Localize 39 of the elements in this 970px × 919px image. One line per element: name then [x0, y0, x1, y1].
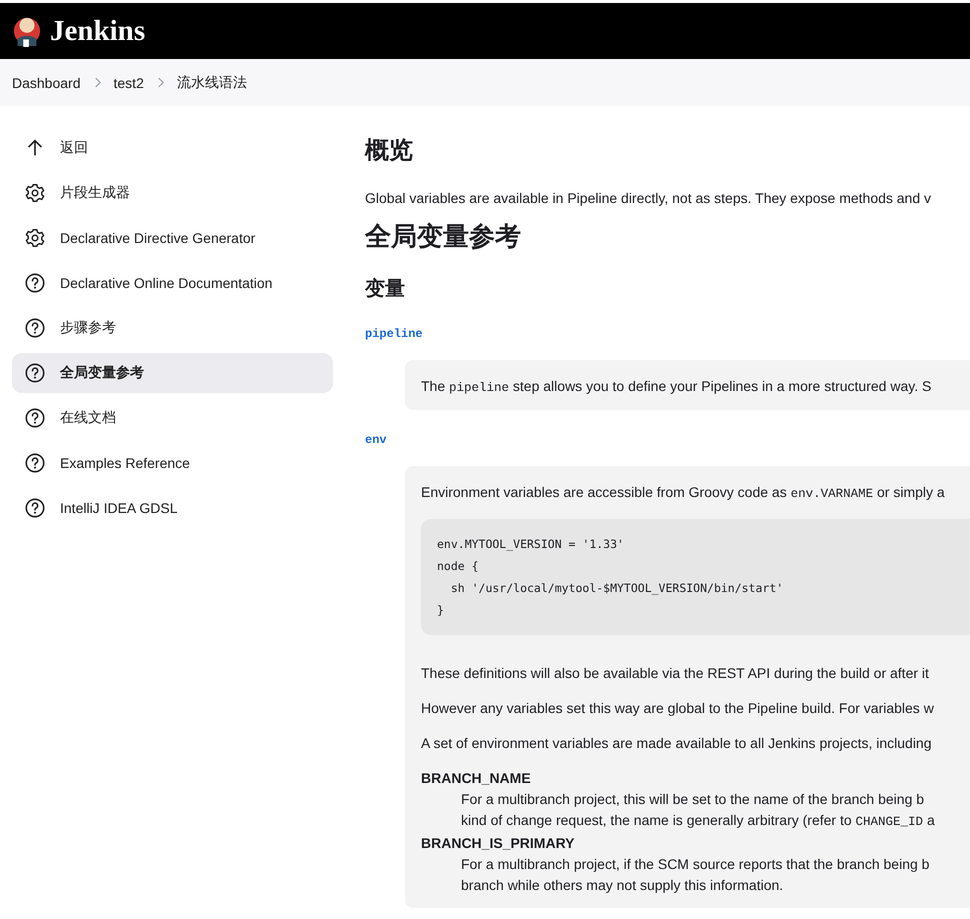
settings-icon [24, 182, 46, 204]
sidebar-item[interactable]: Examples Reference [12, 443, 333, 483]
paragraph: A set of environment variables are made available to all Jenkins projects, including [421, 734, 933, 753]
variable-name: pipeline [365, 326, 424, 342]
intro-paragraph: Global variables are available in Pipeline directly, not as steps. They expose methods and v [365, 189, 932, 208]
help-icon [24, 362, 46, 384]
section-heading: 变量 [365, 276, 406, 302]
app-title[interactable]: Jenkins [50, 14, 146, 48]
sidebar-item[interactable]: IntelliJ IDEA GDSL [12, 488, 333, 528]
sidebar-item[interactable]: Declarative Directive Generator [12, 218, 333, 258]
definition-term: BRANCH_IS_PRIMARY [421, 834, 576, 853]
chevron-right-icon [156, 77, 164, 88]
help-icon [24, 407, 46, 429]
chevron-right-icon [94, 77, 100, 88]
help-icon [24, 497, 46, 519]
overview-heading: 概览 [365, 136, 414, 166]
paragraph: However any variables set this way are global to the Pipeline build. For variables w [421, 699, 935, 718]
help-icon [24, 272, 46, 294]
paragraph: These definitions will also be available via the REST API during the build or after it [421, 664, 930, 683]
help-icon [24, 452, 46, 474]
sidebar-item[interactable]: 在线文档 [12, 398, 333, 438]
paragraph: The pipeline step allows you to define your Pipelines in a more structured way. S [421, 377, 932, 397]
breadcrumb-link[interactable]: 流水线语法 [176, 74, 247, 92]
help-icon [24, 317, 46, 339]
breadcrumb-link[interactable]: test2 [114, 74, 144, 90]
sidebar-item[interactable]: 全局变量参考 [12, 353, 333, 393]
definition-text: For a multibranch project, if the SCM source reports that the branch being b branch while others may not supply this information. [461, 855, 930, 895]
sidebar-item[interactable]: Declarative Online Documentation [12, 263, 333, 303]
paragraph: Environment variables are accessible from Groovy code as env.VARNAME or simply a [421, 483, 946, 503]
settings-icon [24, 227, 46, 249]
breadcrumb-link[interactable]: Dashboard [12, 74, 80, 90]
code-block: env.MYTOOL_VERSION = '1.33' node { sh '/usr/local/mytool-$MYTOOL_VERSION/bin/start' } [421, 519, 970, 635]
variable-name: env [365, 432, 388, 448]
sidebar-item[interactable]: 步骤参考 [12, 308, 333, 348]
definition-text: For a multibranch project, this will be set to the name of the branch being b kind of change request, the name is generally arbitrary (refer to CHANGE_ID a [461, 790, 936, 831]
sidebar-item[interactable]: 片段生成器 [12, 173, 333, 213]
definition-term: BRANCH_NAME [421, 769, 532, 788]
sidebar-item[interactable]: 返回 [12, 128, 333, 168]
page-heading: 全局变量参考 [365, 220, 522, 253]
